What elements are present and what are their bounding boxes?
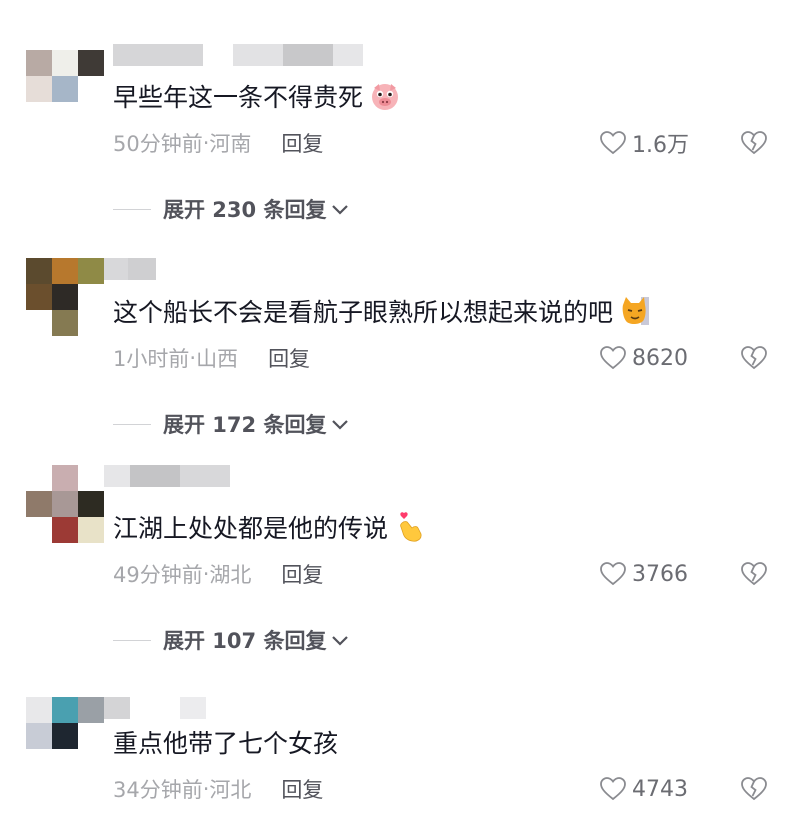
- comment-location: 河北: [209, 778, 252, 802]
- reply-button[interactable]: 回复: [281, 774, 323, 804]
- like-button[interactable]: 4743: [600, 774, 688, 804]
- meta-separator: ·: [202, 777, 210, 801]
- comment-text: 重点他带了七个女孩: [113, 724, 338, 760]
- comment-item: 重点他带了七个女孩 34分钟前 · 河北 回复 4743: [0, 0, 800, 827]
- avatar[interactable]: [26, 697, 104, 775]
- comment-text-content: 重点他带了七个女孩: [113, 729, 339, 758]
- broken-heart-icon: [741, 777, 767, 801]
- comment-meta: 34分钟前 · 河北 回复: [113, 774, 323, 804]
- dislike-button[interactable]: [740, 777, 768, 805]
- heart-icon: [600, 777, 626, 801]
- username-blurred[interactable]: [104, 697, 206, 719]
- like-count: 4743: [632, 776, 688, 802]
- comment-time: 34分钟前: [113, 778, 203, 802]
